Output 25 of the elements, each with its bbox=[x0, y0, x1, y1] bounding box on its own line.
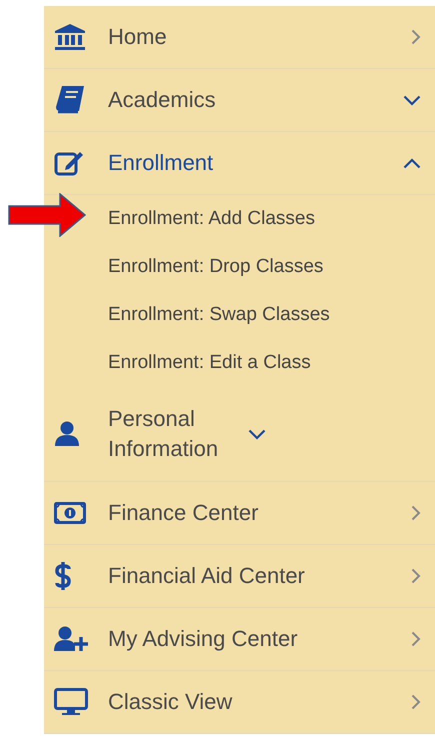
chevron-right-icon bbox=[411, 29, 421, 45]
menu-item[interactable]: Home bbox=[44, 6, 435, 69]
menu-item[interactable]: Classic View bbox=[44, 671, 435, 734]
submenu-item[interactable]: Enrollment: Add Classes bbox=[108, 208, 315, 230]
submenu-item[interactable]: Enrollment: Drop Classes bbox=[108, 256, 324, 278]
dollar-icon bbox=[54, 561, 72, 591]
submenu-item[interactable]: Enrollment: Edit a Class bbox=[108, 352, 311, 374]
menu-item[interactable]: Financial Aid Center bbox=[44, 545, 435, 608]
menu-item[interactable]: My Advising Center bbox=[44, 608, 435, 671]
chevron-right-icon bbox=[411, 631, 421, 647]
menu-item[interactable]: Academics bbox=[44, 69, 435, 132]
bank-icon bbox=[54, 23, 86, 51]
edit-icon bbox=[54, 150, 84, 176]
money-icon bbox=[54, 502, 86, 524]
user-plus-icon bbox=[54, 626, 88, 652]
chevron-right-icon bbox=[411, 694, 421, 710]
monitor-icon bbox=[54, 688, 88, 716]
chevron-right-icon bbox=[411, 505, 421, 521]
menu-item[interactable]: Finance Center bbox=[44, 482, 435, 545]
menu-item[interactable]: Personal Information bbox=[44, 387, 435, 482]
chevron-right-icon bbox=[411, 568, 421, 584]
book-icon bbox=[54, 85, 86, 115]
submenu-item[interactable]: Enrollment: Swap Classes bbox=[108, 304, 330, 326]
user-icon bbox=[54, 421, 80, 447]
menu-item[interactable]: Enrollment bbox=[44, 132, 435, 195]
